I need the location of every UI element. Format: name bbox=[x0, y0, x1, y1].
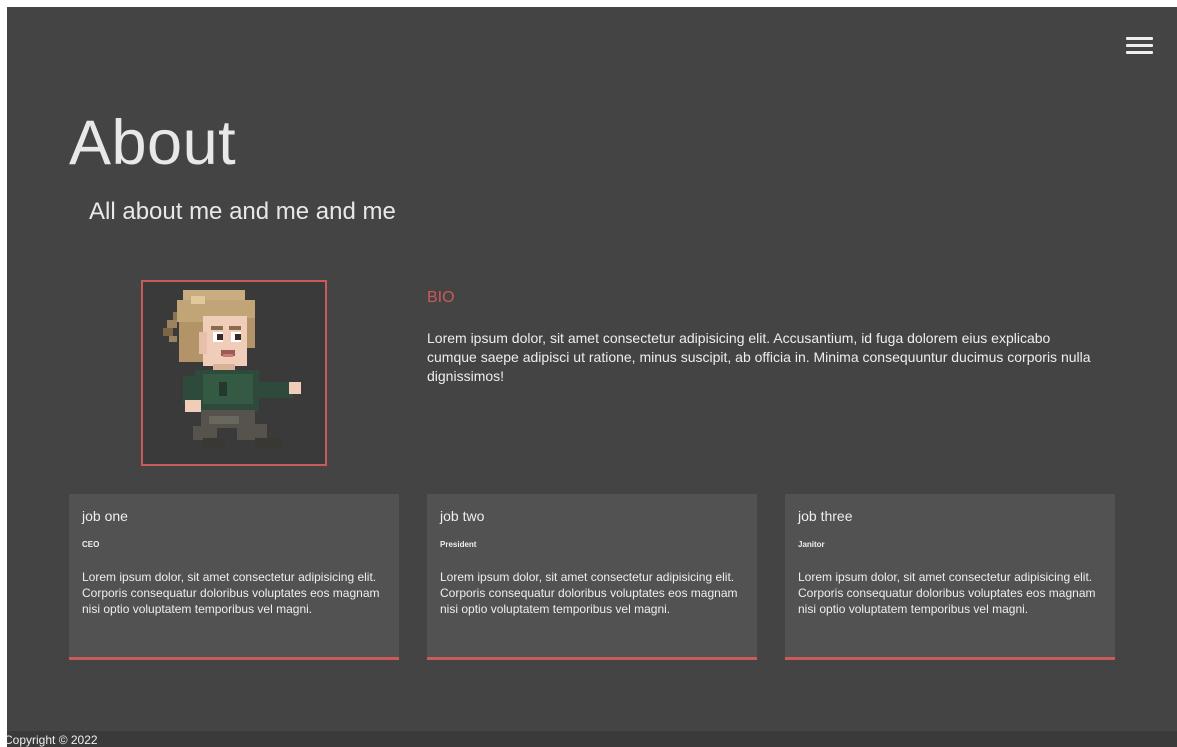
page-title: About bbox=[69, 108, 237, 178]
job-title: job one bbox=[82, 508, 128, 524]
copyright-text: Copyright © 2022 bbox=[7, 733, 98, 747]
profile-image bbox=[141, 280, 327, 466]
menu-bar bbox=[1126, 44, 1153, 47]
job-role: President bbox=[440, 540, 477, 549]
bio-text: Lorem ipsum dolor, sit amet consectetur … bbox=[427, 330, 1091, 384]
job-card: job three Janitor Lorem ipsum dolor, sit… bbox=[785, 494, 1115, 660]
job-description: Lorem ipsum dolor, sit amet consectetur … bbox=[798, 570, 1096, 616]
job-description: Lorem ipsum dolor, sit amet consectetur … bbox=[440, 570, 738, 616]
page-subtitle: All about me and me and me bbox=[89, 198, 396, 225]
page: About All about me and me and me BIO Lor… bbox=[7, 7, 1177, 747]
footer: Copyright © 2022 bbox=[7, 731, 1177, 747]
job-role: CEO bbox=[82, 540, 100, 549]
job-title: job two bbox=[440, 508, 485, 524]
hamburger-menu-icon[interactable] bbox=[1126, 35, 1154, 57]
job-description: Lorem ipsum dolor, sit amet consectetur … bbox=[82, 570, 380, 616]
bio-heading: BIO bbox=[427, 289, 455, 306]
menu-bar bbox=[1126, 37, 1153, 40]
job-card: job one CEO Lorem ipsum dolor, sit amet … bbox=[69, 494, 399, 660]
job-card: job two President Lorem ipsum dolor, sit… bbox=[427, 494, 757, 660]
menu-bar bbox=[1126, 51, 1153, 54]
job-role: Janitor bbox=[798, 540, 825, 549]
job-title: job three bbox=[798, 508, 853, 524]
pixel-character-avatar bbox=[163, 290, 301, 448]
